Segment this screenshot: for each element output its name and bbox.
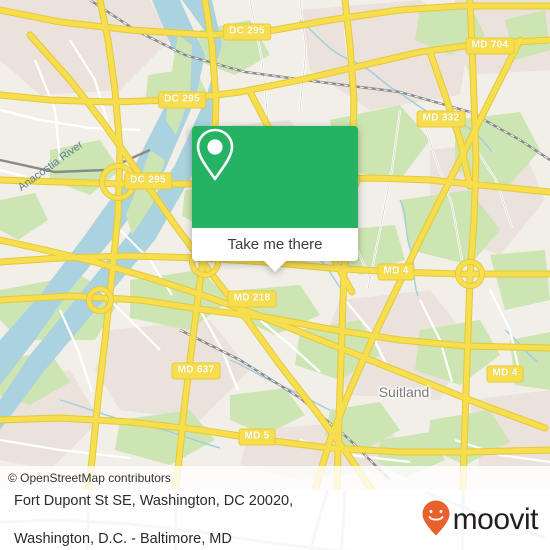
road-shield-dc-295-left[interactable]: DC 295: [124, 172, 172, 190]
road-shield-md-704[interactable]: MD 704: [465, 37, 515, 55]
road-shield-md-218[interactable]: MD 218: [227, 290, 277, 308]
popup-icon-area: [192, 126, 358, 228]
place-label-suitland: Suitland: [378, 384, 430, 400]
road-shield-md-4-lower[interactable]: MD 4: [486, 365, 524, 383]
address-line-2: Washington, D.C. - Baltimore, MD: [14, 530, 232, 547]
map-screenshot: Anacostia River Suitland DC 295 MD 704 D…: [0, 0, 550, 550]
location-popup-card[interactable]: Take me there: [192, 126, 358, 272]
moovit-wordmark: moovit: [452, 503, 539, 536]
road-shield-md-5[interactable]: MD 5: [238, 428, 276, 446]
road-shield-dc-295-top[interactable]: DC 295: [223, 23, 271, 41]
map-canvas[interactable]: Anacostia River Suitland DC 295 MD 704 D…: [0, 0, 550, 490]
take-me-there-label: Take me there: [227, 236, 323, 253]
osm-attribution-text[interactable]: © OpenStreetMap contributors: [0, 471, 171, 485]
footer-bar: Fort Dupont St SE, Washington, DC 20020,…: [0, 490, 550, 550]
moovit-pin-icon: [421, 499, 451, 542]
road-shield-md-332[interactable]: MD 332: [416, 110, 466, 128]
map-attribution-bar: © OpenStreetMap contributors: [0, 466, 550, 490]
popup-pointer-tail: [264, 261, 286, 272]
road-shield-md-4-upper[interactable]: MD 4: [377, 263, 415, 281]
road-shield-dc-295-upper-left[interactable]: DC 295: [158, 91, 206, 109]
location-address: Fort Dupont St SE, Washington, DC 20020,…: [14, 490, 293, 550]
moovit-logo[interactable]: moovit: [421, 499, 539, 542]
address-line-1: Fort Dupont St SE, Washington, DC 20020,: [14, 492, 294, 509]
take-me-there-button[interactable]: Take me there: [192, 228, 358, 261]
road-shield-md-637[interactable]: MD 637: [171, 362, 221, 380]
